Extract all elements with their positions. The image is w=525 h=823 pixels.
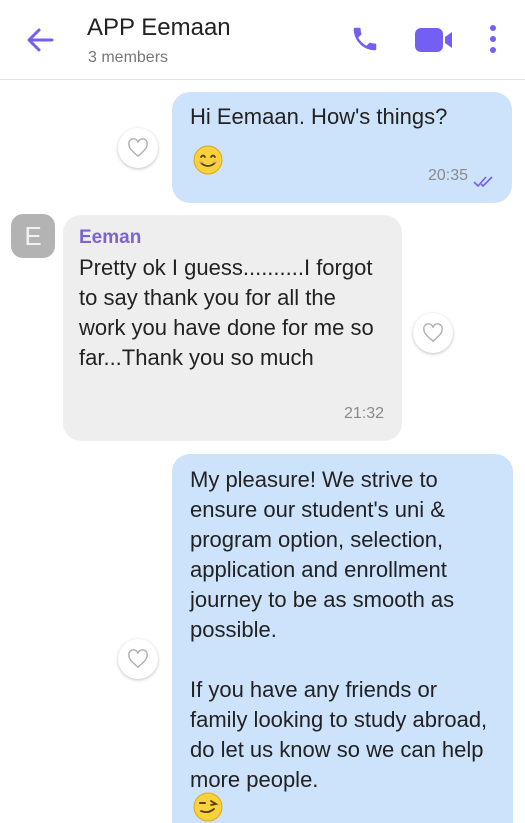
heart-icon bbox=[128, 649, 148, 669]
heart-icon bbox=[128, 138, 148, 158]
like-button[interactable] bbox=[118, 639, 158, 679]
chat-header: APP Eemaan 3 members bbox=[0, 0, 525, 80]
like-button[interactable] bbox=[118, 128, 158, 168]
like-button[interactable] bbox=[413, 313, 453, 353]
message-paragraph: My pleasure! We strive to ensure our stu… bbox=[190, 467, 455, 642]
message-paragraph: If you have any friends or family lookin… bbox=[190, 677, 488, 792]
incoming-message[interactable]: Eeman Pretty ok I guess..........I forgo… bbox=[63, 215, 402, 441]
winking-face-emoji bbox=[193, 792, 223, 822]
phone-icon[interactable] bbox=[350, 24, 380, 54]
video-camera-icon[interactable] bbox=[414, 26, 456, 54]
sender-name[interactable]: Eeman bbox=[79, 225, 386, 251]
read-ticks-icon bbox=[473, 176, 493, 188]
message-text: Hi Eemaan. How's things? bbox=[190, 104, 448, 129]
back-arrow-icon[interactable] bbox=[22, 22, 58, 58]
message-time: 21:32 bbox=[343, 405, 384, 422]
more-vertical-icon[interactable] bbox=[488, 24, 498, 54]
heart-icon bbox=[423, 323, 443, 343]
avatar[interactable]: E bbox=[11, 214, 55, 258]
chat-title[interactable]: APP Eemaan bbox=[87, 14, 231, 42]
outgoing-message[interactable]: Hi Eemaan. How's things? 20:35 bbox=[172, 92, 512, 203]
message-text: Pretty ok I guess..........I forgot to s… bbox=[79, 255, 374, 370]
outgoing-message[interactable]: My pleasure! We strive to ensure our stu… bbox=[172, 454, 513, 823]
smiling-face-emoji bbox=[193, 145, 223, 175]
message-time: 20:35 bbox=[427, 167, 468, 184]
message-list[interactable]: Hi Eemaan. How's things? 20:35 E Eeman P… bbox=[0, 81, 525, 823]
member-count: 3 members bbox=[88, 49, 169, 66]
